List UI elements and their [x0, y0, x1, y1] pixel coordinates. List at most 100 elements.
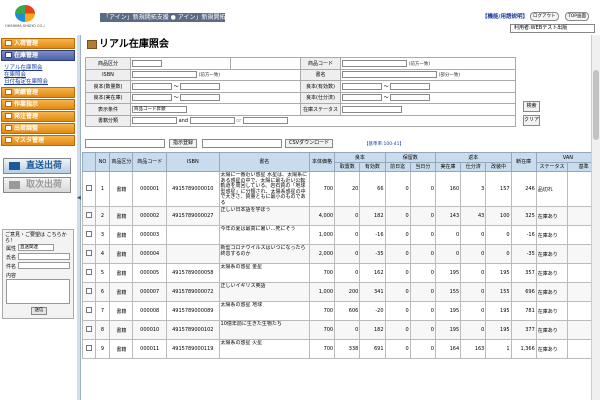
cell-h2: 0	[409, 171, 436, 207]
scrollbar-thumb[interactable]	[593, 70, 599, 140]
logo-mark-icon	[15, 5, 35, 22]
csv-download-button[interactable]: CSVダウンロード	[285, 139, 334, 148]
cell-cat: 書籍	[109, 263, 134, 283]
isbn-input[interactable]	[132, 71, 197, 79]
stock-max-input[interactable]	[180, 82, 221, 90]
sub-select-1[interactable]	[132, 117, 177, 125]
subject-field[interactable]	[18, 262, 70, 269]
order-select[interactable]: 商品コード昇順	[132, 105, 187, 113]
table-row[interactable]: 5 書籍 000005 4915789000058 太陽系の惑星 金星 700 0 162 0 0…	[82, 263, 600, 283]
col-ret-real: 実在庫	[434, 162, 462, 172]
cell-r2: 3	[460, 171, 487, 207]
table-row[interactable]: 4 書籍 000004 新型コロナウイルスはいつになったら終息するのか 2,000 0 -3…	[82, 244, 600, 264]
company-logo[interactable]: OHSHIMA SHIGYO CO.,LTD.	[5, 5, 45, 31]
menu-label: 実績管理	[14, 89, 39, 96]
cell-h1: 0	[384, 282, 411, 302]
sidebar-splitter[interactable]: ◀	[77, 35, 81, 400]
col-hold-today: 当日分	[409, 162, 436, 172]
menu-work-order[interactable]: 作業指示	[1, 99, 75, 110]
row-checkbox[interactable]	[85, 326, 92, 332]
table-row[interactable]: 8 書籍 000010 4915789000102 10億年前に生きた生物たち 700 0 1…	[82, 320, 600, 340]
cell-name: 正しいイギリス英語	[218, 282, 310, 302]
code-input[interactable]	[342, 59, 407, 67]
cell-status: 在庫あり	[535, 301, 569, 321]
table-row[interactable]: 6 書籍 000007 4915789000072 正しいイギリス英語 1,000 200 3…	[82, 282, 600, 302]
cell-r1: 160	[434, 171, 462, 207]
cell-h2: 0	[409, 244, 436, 264]
row-checkbox[interactable]	[85, 250, 92, 256]
alloc-min-input[interactable]	[342, 94, 382, 102]
main-content: リアル在庫照会 商品区分 商品コード (前方一致) ISBN (前方一致) 書名…	[82, 35, 600, 400]
cell-g2: 182	[359, 206, 386, 226]
cell-g1: 338	[334, 339, 361, 359]
col-good-hold: 取置数	[334, 162, 361, 172]
sub-select-2[interactable]	[189, 117, 235, 125]
col-good-valid: 有効数	[359, 162, 386, 172]
category-select[interactable]	[132, 59, 162, 67]
logout-button[interactable]: ログアウト	[530, 12, 559, 21]
body-textarea[interactable]	[6, 279, 70, 304]
help-link[interactable]: 【機能/用語説明】	[482, 12, 528, 20]
table-row[interactable]: 1 書籍 000001 4915789000010 太陽に一番近い惑星 水星は、太陽系に…	[82, 171, 600, 207]
row-checkbox[interactable]	[85, 345, 92, 351]
csv-select[interactable]	[202, 139, 282, 148]
collapse-arrow-icon[interactable]: ◀	[77, 195, 81, 205]
cell-price: 700	[308, 339, 336, 359]
row-checkbox[interactable]	[85, 212, 92, 218]
agency-shipping-label: 取次出荷	[26, 180, 63, 190]
folder-icon	[5, 52, 12, 58]
menu-master[interactable]: マスタ管理	[1, 135, 75, 146]
top-page-button[interactable]: TOP画面	[565, 12, 590, 21]
page-scrollbar[interactable]	[591, 35, 600, 400]
row-checkbox[interactable]	[85, 288, 92, 294]
name-field[interactable]	[18, 253, 70, 260]
tilde: 〜	[383, 83, 389, 90]
table-row[interactable]: 9 書籍 000011 4915789000119 太陽系の惑星 火星 700 338 691…	[82, 339, 600, 359]
row-checkbox[interactable]	[85, 307, 92, 313]
menu-shipping-adjust[interactable]: 出荷調整	[1, 123, 75, 134]
row-checkbox[interactable]	[85, 231, 92, 237]
valid-max-input[interactable]	[390, 82, 431, 90]
row-checkbox[interactable]	[85, 269, 92, 275]
sublink-dated-stock[interactable]: 日付指定在庫照会	[4, 77, 48, 85]
instruct-button[interactable]: 指示登録	[169, 139, 198, 148]
menu-receiving[interactable]: 入荷管理	[1, 38, 75, 49]
record-count: 【基準率:100-41】	[364, 142, 404, 147]
table-row[interactable]: 3 書籍 000003 今年の夏は最高に暑い…死にそう 1,000 0 -16 0 0 0 0 0 -1…	[82, 225, 600, 245]
table-row[interactable]: 7 書籍 000008 4915789000089 太陽系の惑星 地球 700 606 -20…	[82, 301, 600, 321]
search-button[interactable]: 検索	[523, 101, 540, 112]
cell-r1: 143	[434, 206, 462, 226]
cell-g2: 182	[359, 320, 386, 340]
menu-purchase[interactable]: 発注管理	[1, 111, 75, 122]
menu-results[interactable]: 実績管理	[1, 87, 75, 98]
cell-status: 在庫あり	[535, 206, 569, 226]
table-row[interactable]: 2 書籍 000002 4915789000027 正しい日本語を学ぼう 4,000 0 18…	[82, 206, 600, 226]
stock-table: NO 商品区分 商品コード ISBN 書名 本体価格 良本 保留数 返本 断在庫…	[82, 152, 600, 359]
sub-select-3[interactable]	[242, 117, 288, 125]
status-select[interactable]	[342, 105, 402, 113]
clear-button[interactable]: クリア	[523, 115, 540, 126]
cell-cb	[82, 225, 96, 245]
header: OHSHIMA SHIGYO CO.,LTD. 「アイン」新規開拓支援 ● アイ…	[0, 0, 600, 35]
col-good: 良本	[334, 152, 386, 163]
agency-shipping-button[interactable]: 取次出荷	[3, 177, 71, 193]
menu-inventory[interactable]: 在庫管理	[1, 50, 75, 61]
valid-min-input[interactable]	[342, 82, 382, 90]
name-input[interactable]	[342, 71, 437, 79]
alloc-max-input[interactable]	[390, 94, 431, 102]
col-van: VAN	[535, 152, 600, 163]
cell-h2: 0	[409, 320, 436, 340]
cell-cb	[82, 339, 96, 359]
stock-min-input[interactable]	[132, 82, 172, 90]
cell-g2: -20	[359, 301, 386, 321]
real-max-input[interactable]	[180, 94, 221, 102]
send-button[interactable]: 送信	[31, 307, 47, 315]
name-note: (部分一致)	[438, 73, 461, 79]
cell-r2: 0	[460, 244, 487, 264]
attr-select[interactable]: 直送関連	[18, 244, 54, 251]
real-cell: 〜	[130, 91, 301, 104]
row-checkbox[interactable]	[85, 185, 92, 191]
direct-shipping-button[interactable]: 直送出荷	[3, 158, 71, 174]
real-min-input[interactable]	[132, 94, 172, 102]
action-select[interactable]	[85, 139, 165, 148]
